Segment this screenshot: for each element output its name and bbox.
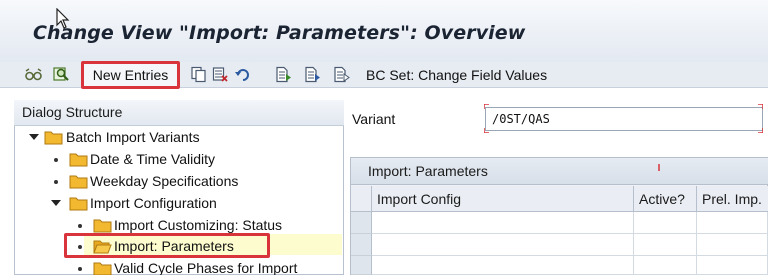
folder-icon [69, 197, 88, 211]
row-selector[interactable] [351, 234, 372, 256]
tree-item-date-time-validity[interactable]: Date & Time Validity [26, 148, 326, 170]
deselect-all-icon[interactable] [333, 66, 350, 83]
tree-item-label: Date & Time Validity [90, 151, 216, 167]
required-field-marker-icon [484, 104, 489, 109]
annotation-highlight-box [64, 233, 270, 258]
table-cell[interactable] [634, 212, 697, 234]
bullet-icon [54, 158, 58, 162]
table-cell[interactable] [697, 212, 768, 234]
mouse-cursor-icon [56, 8, 70, 29]
select-all-rows-cell[interactable] [351, 186, 372, 212]
tree-item-label: Import Configuration [90, 195, 217, 211]
expanded-arrow-icon[interactable] [29, 134, 39, 140]
table-title: Import: Parameters [351, 158, 768, 185]
new-entries-button[interactable]: New Entries [81, 61, 180, 89]
table-cell[interactable] [634, 234, 697, 256]
find-icon[interactable] [53, 66, 70, 83]
tree-item-import-configuration[interactable]: Import Configuration [26, 192, 326, 214]
tree-item-valid-cycle-phases[interactable]: Valid Cycle Phases for Import [26, 257, 326, 275]
table-cell[interactable] [372, 234, 634, 256]
tree-item-batch-import-variants[interactable]: Batch Import Variants [26, 126, 326, 148]
row-selector[interactable] [351, 256, 372, 275]
delete-icon[interactable] [212, 66, 229, 83]
table-cell[interactable] [634, 256, 697, 275]
required-field-marker-icon [758, 104, 763, 109]
glasses-icon[interactable] [25, 66, 42, 83]
copy-icon[interactable] [190, 66, 207, 83]
bullet-icon [78, 267, 82, 271]
tree-item-label: Batch Import Variants [66, 129, 200, 145]
select-all-icon[interactable] [275, 66, 292, 83]
tree-item-weekday-specifications[interactable]: Weekday Specifications [26, 170, 326, 192]
dialog-structure-header: Dialog Structure [14, 100, 344, 126]
required-field-marker-icon [484, 128, 489, 133]
expanded-arrow-icon[interactable] [51, 200, 61, 206]
undo-icon[interactable] [234, 66, 251, 83]
required-field-marker-icon [758, 128, 763, 133]
folder-icon [69, 175, 88, 189]
table-cell[interactable] [697, 256, 768, 275]
tree-item-label: Weekday Specifications [90, 173, 239, 189]
tree-item-label: Valid Cycle Phases for Import [114, 260, 298, 275]
window-title: Change View "Import: Parameters": Overvi… [33, 22, 526, 44]
table-cell[interactable] [372, 256, 634, 275]
folder-icon [93, 219, 112, 233]
folder-icon [93, 262, 112, 275]
bullet-icon [54, 180, 58, 184]
table-cell[interactable] [372, 212, 634, 234]
folder-icon [69, 153, 88, 167]
column-header-active[interactable]: Active? [634, 186, 697, 212]
variant-label: Variant [352, 111, 396, 127]
variant-field[interactable]: /0ST/QAS [485, 107, 763, 131]
bcset-change-field-values-button[interactable]: BC Set: Change Field Values [366, 67, 547, 83]
tree-item-label: Import Customizing: Status [114, 217, 283, 233]
column-header-import-config[interactable]: Import Config [372, 186, 634, 212]
column-header-prel-imp[interactable]: Prel. Imp. [697, 186, 768, 212]
red-tick-mark [658, 164, 660, 171]
folder-icon [44, 131, 63, 145]
table-cell[interactable] [697, 234, 768, 256]
bullet-icon [78, 224, 82, 228]
select-block-icon[interactable] [304, 66, 321, 83]
row-selector[interactable] [351, 212, 372, 234]
